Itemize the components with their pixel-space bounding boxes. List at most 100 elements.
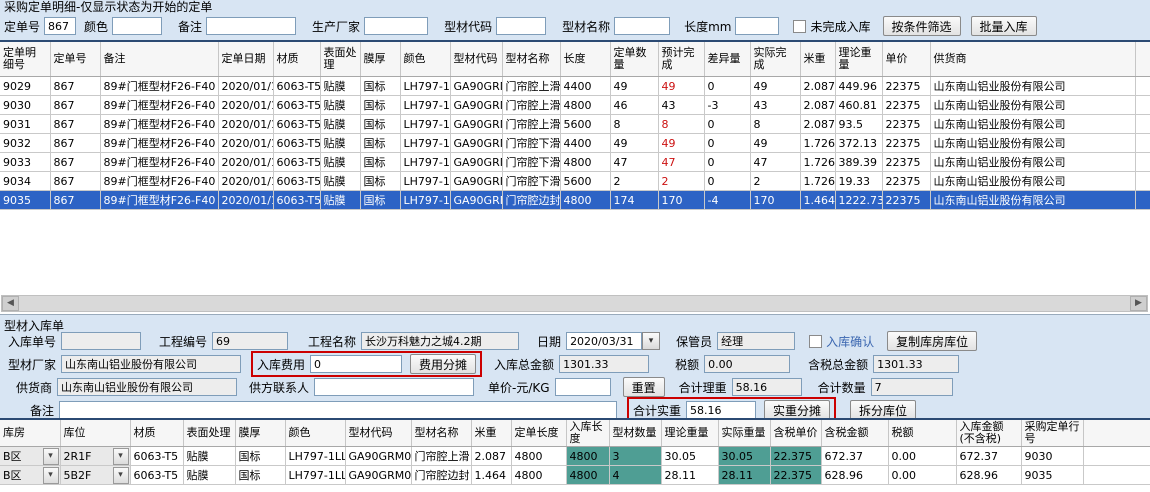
calendar-dropdown-icon[interactable]: ▾ [642, 332, 660, 350]
cell[interactable]: 867 [50, 134, 100, 153]
cell[interactable]: 1.464 [471, 466, 511, 485]
cell[interactable] [1135, 115, 1150, 134]
color-input[interactable] [112, 17, 162, 35]
cell[interactable]: 山东南山铝业股份有限公司 [930, 96, 1135, 115]
cell[interactable]: 山东南山铝业股份有限公司 [930, 77, 1135, 96]
profile-code-input[interactable] [496, 17, 546, 35]
cell[interactable]: LH797-1LL0 [400, 153, 450, 172]
cell[interactable]: 国标 [360, 115, 400, 134]
cell[interactable]: 170 [658, 191, 704, 210]
total-qty-input[interactable] [871, 378, 953, 396]
cell[interactable]: 山东南山铝业股份有限公司 [930, 191, 1135, 210]
cell[interactable]: 628.96 [956, 466, 1021, 485]
cell[interactable]: 9032 [0, 134, 50, 153]
fee-share-button[interactable]: 费用分摊 [410, 354, 476, 374]
cell[interactable]: 6063-T5 [273, 191, 320, 210]
cell[interactable]: 0.00 [888, 466, 956, 485]
cell[interactable]: 93.5 [835, 115, 882, 134]
cell[interactable]: 22.375 [770, 447, 821, 466]
table-row[interactable]: 903486789#门框型材F26-F40（866+867）2020/01/13… [0, 172, 1150, 191]
cell[interactable]: 门帘腔边封 [411, 466, 471, 485]
cell[interactable]: 30.05 [718, 447, 770, 466]
cell[interactable]: 4800 [560, 153, 610, 172]
total-amount-input[interactable] [559, 355, 649, 373]
cell[interactable]: 672.37 [956, 447, 1021, 466]
cell[interactable]: 4800 [560, 96, 610, 115]
cell[interactable]: 2 [658, 172, 704, 191]
cell[interactable]: 22375 [882, 115, 930, 134]
cell[interactable]: 6063-T5 [130, 466, 183, 485]
cell[interactable]: 6063-T5 [130, 447, 183, 466]
project-name-input[interactable] [361, 332, 519, 350]
cell[interactable]: 628.96 [821, 466, 888, 485]
cell[interactable]: 22375 [882, 134, 930, 153]
cell[interactable]: 47 [750, 153, 800, 172]
fee-input[interactable] [310, 355, 402, 373]
cell[interactable]: 国标 [235, 447, 285, 466]
cell[interactable]: 1.726 [800, 172, 835, 191]
cell[interactable]: 贴膜 [320, 134, 360, 153]
cell[interactable]: 22375 [882, 191, 930, 210]
cell[interactable]: 9030 [1021, 447, 1083, 466]
tax-input[interactable] [704, 355, 790, 373]
cell[interactable]: 89#门框型材F26-F40（866+867） [100, 191, 218, 210]
cell[interactable]: 867 [50, 96, 100, 115]
cell[interactable]: 49 [750, 134, 800, 153]
cell[interactable]: LH797-1LL0 [400, 77, 450, 96]
cell[interactable]: 2020/01/13 [218, 153, 273, 172]
cell[interactable]: 4800 [560, 191, 610, 210]
keeper-input[interactable] [717, 332, 795, 350]
cell[interactable]: 49 [610, 77, 658, 96]
cell[interactable]: 867 [50, 115, 100, 134]
cell[interactable]: 4400 [560, 77, 610, 96]
cell[interactable]: 4 [609, 466, 661, 485]
cell[interactable]: 89#门框型材F26-F40（866+867） [100, 172, 218, 191]
inbound-remark-input[interactable] [59, 401, 617, 419]
cell[interactable]: 6063-T5 [273, 115, 320, 134]
cell[interactable]: 1222.73 [835, 191, 882, 210]
cell[interactable]: LH797-1LL0 [400, 191, 450, 210]
cell[interactable]: GA90GRM05 [450, 191, 502, 210]
cell[interactable]: 1.726 [800, 153, 835, 172]
cell[interactable]: 22375 [882, 77, 930, 96]
cell[interactable]: 4800 [566, 447, 609, 466]
table-row[interactable]: 903086789#门框型材F26-F40（866+867）2020/01/13… [0, 96, 1150, 115]
cell[interactable]: 2020/01/13 [218, 191, 273, 210]
cell[interactable]: 2020/01/13 [218, 96, 273, 115]
cell[interactable]: 89#门框型材F26-F40（866+867） [100, 96, 218, 115]
cell[interactable]: 5B2F▾ [60, 466, 130, 485]
length-input[interactable] [735, 17, 779, 35]
unfinished-checkbox[interactable] [793, 20, 806, 33]
cell[interactable]: GA90GRM04 [450, 134, 502, 153]
cell[interactable]: 867 [50, 172, 100, 191]
batch-inbound-button[interactable]: 批量入库 [971, 16, 1037, 36]
cell[interactable]: LH797-1LL0 [400, 134, 450, 153]
cell[interactable]: 49 [658, 134, 704, 153]
cell[interactable]: 867 [50, 191, 100, 210]
horizontal-scrollbar[interactable]: ◀ ▶ [1, 295, 1148, 312]
cell[interactable]: 1.726 [800, 134, 835, 153]
cell[interactable]: GA90GRM04 [450, 172, 502, 191]
reset-button[interactable]: 重置 [623, 377, 665, 397]
theo-weight-total-input[interactable] [732, 378, 802, 396]
cell[interactable]: 2R1F▾ [60, 447, 130, 466]
cell[interactable]: 28.11 [661, 466, 718, 485]
cell[interactable]: 国标 [360, 191, 400, 210]
cell[interactable]: 22.375 [770, 466, 821, 485]
weight-share-button[interactable]: 实重分摊 [764, 400, 830, 420]
cell[interactable]: 贴膜 [320, 191, 360, 210]
profile-name-input[interactable] [614, 17, 670, 35]
table-row[interactable]: B区▾2R1F▾6063-T5贴膜国标LH797-1LL0GA90GRM03门帘… [0, 447, 1150, 466]
cell[interactable]: 30.05 [661, 447, 718, 466]
cell[interactable] [1083, 466, 1150, 485]
cell[interactable]: 89#门框型材F26-F40（866+867） [100, 153, 218, 172]
project-no-input[interactable] [212, 332, 288, 350]
cell[interactable]: 43 [750, 96, 800, 115]
cell[interactable]: 4800 [511, 466, 566, 485]
entry-no-input[interactable] [61, 332, 141, 350]
cell[interactable]: 22375 [882, 153, 930, 172]
cell[interactable]: 49 [610, 134, 658, 153]
cell[interactable]: 6063-T5 [273, 153, 320, 172]
cell[interactable]: 贴膜 [320, 115, 360, 134]
cell[interactable]: 389.39 [835, 153, 882, 172]
